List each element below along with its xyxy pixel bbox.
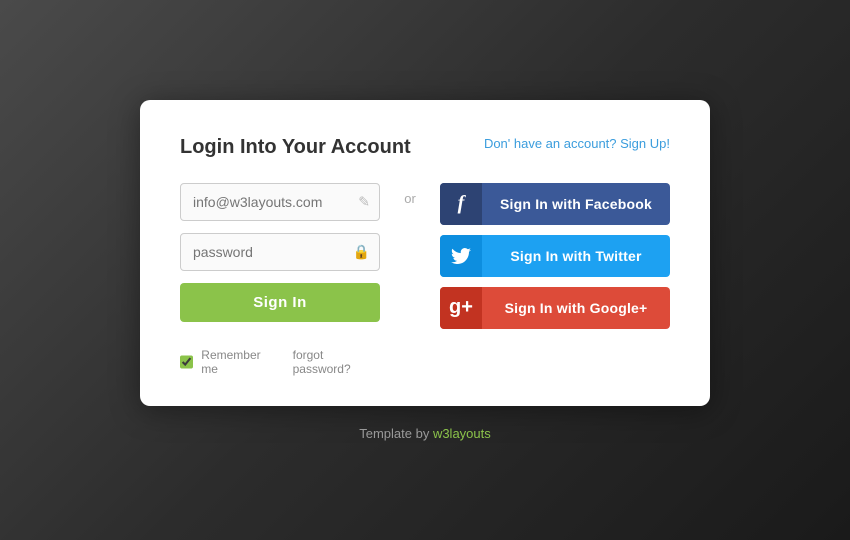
card-header: Login Into Your Account Don' have an acc… — [180, 136, 670, 159]
footer: Template by w3layouts — [359, 426, 491, 441]
twitter-signin-button[interactable]: Sign In with Twitter — [440, 235, 670, 277]
google-signin-button[interactable]: g+ Sign In with Google+ — [440, 287, 670, 329]
email-input[interactable] — [180, 183, 380, 221]
lock-icon: 🔒 — [353, 243, 370, 260]
twitter-icon — [440, 235, 482, 277]
signin-button[interactable]: Sign In — [180, 283, 380, 322]
google-icon: g+ — [440, 287, 482, 329]
footer-text: Template by — [359, 426, 433, 441]
login-card: Login Into Your Account Don' have an acc… — [140, 100, 710, 406]
left-column: ✎ 🔒 Sign In Remember me forgot password? — [180, 183, 380, 376]
google-label: Sign In with Google+ — [482, 300, 670, 316]
remember-checkbox[interactable] — [180, 355, 193, 369]
forgot-password-link[interactable]: forgot password? — [293, 348, 380, 376]
twitter-label: Sign In with Twitter — [482, 248, 670, 264]
password-wrapper: 🔒 — [180, 233, 380, 271]
or-divider: or — [400, 183, 420, 206]
facebook-icon: f — [440, 183, 482, 225]
footer-brand[interactable]: w3layouts — [433, 426, 491, 441]
remember-label: Remember me — [201, 348, 276, 376]
password-input[interactable] — [180, 233, 380, 271]
facebook-label: Sign In with Facebook — [482, 196, 670, 212]
card-title: Login Into Your Account — [180, 136, 411, 159]
facebook-signin-button[interactable]: f Sign In with Facebook — [440, 183, 670, 225]
user-icon: ✎ — [358, 193, 370, 210]
right-column: f Sign In with Facebook Sign In with Twi… — [440, 183, 670, 329]
signup-link[interactable]: Don' have an account? Sign Up! — [484, 136, 670, 151]
card-body: ✎ 🔒 Sign In Remember me forgot password?… — [180, 183, 670, 376]
bottom-row: Remember me forgot password? — [180, 348, 380, 376]
email-wrapper: ✎ — [180, 183, 380, 221]
